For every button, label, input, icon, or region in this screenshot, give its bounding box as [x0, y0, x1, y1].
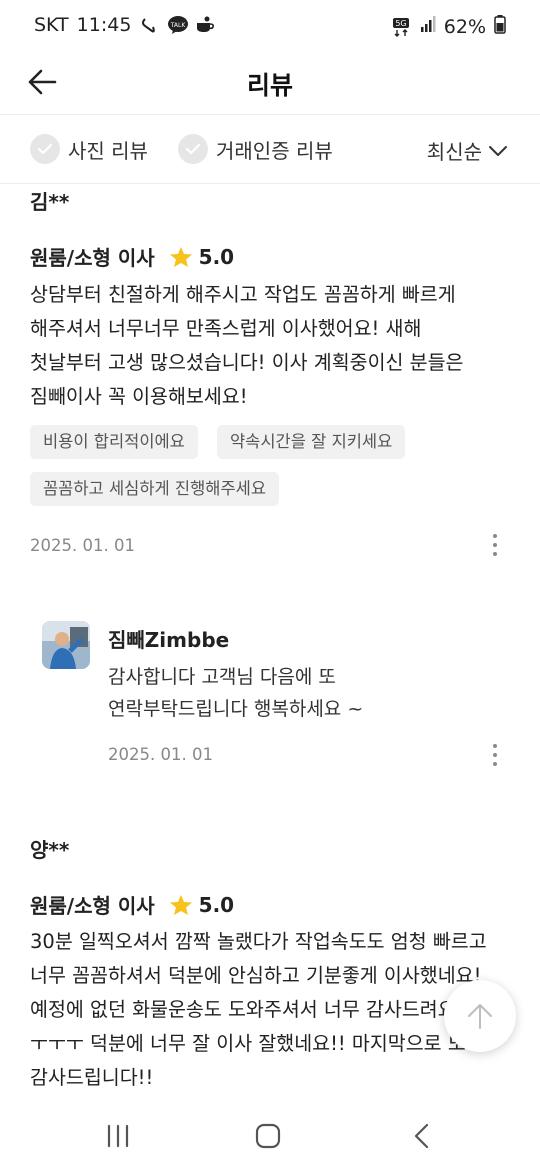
star-icon — [169, 246, 192, 267]
review-line: 감사드립니다!! — [30, 1066, 154, 1089]
review-meta: 원룸/소형 이사 5.0 — [30, 890, 234, 919]
recent-apps-icon — [107, 1124, 129, 1148]
network-icon: 5G — [392, 17, 412, 37]
chevron-down-icon — [489, 145, 507, 156]
review-line: 상담부터 친절하게 해주시고 작업도 꼼꼼하게 빠르게 — [30, 283, 456, 306]
kakaotalk-icon: TALK — [167, 15, 189, 35]
review-line: 첫날부터 고생 많으셨습니다! 이사 계획중이신 분들은 — [30, 351, 464, 374]
reviewer-name: 양** — [30, 838, 70, 862]
check-icon — [30, 134, 60, 164]
review-meta: 원룸/소형 이사 5.0 — [30, 242, 234, 271]
verified-review-label: 거래인증 리뷰 — [216, 138, 333, 163]
clock: 11:45 — [76, 14, 132, 36]
rating-value: 5.0 — [198, 244, 235, 269]
review-line: 짐빼이사 꼭 이용해보세요! — [30, 385, 248, 408]
service-type: 원룸/소형 이사 — [30, 894, 155, 918]
review-date: 2025. 01. 01 — [30, 536, 135, 555]
status-left: SKT 11:45 TALK — [34, 14, 215, 36]
scroll-to-top-button[interactable] — [444, 980, 516, 1052]
reply-date: 2025. 01. 01 — [108, 745, 213, 764]
sort-label: 최신순 — [426, 140, 482, 164]
more-options-button[interactable] — [480, 530, 510, 560]
rating-value: 5.0 — [198, 892, 235, 917]
review-body: 상담부터 친절하게 해주시고 작업도 꼼꼼하게 빠르게 해주셔서 너무너무 만족… — [30, 278, 510, 414]
reply-author: 짐빼Zimbbe — [108, 628, 230, 652]
svg-text:TALK: TALK — [170, 22, 187, 29]
star-icon — [169, 894, 192, 915]
service-type: 원룸/소형 이사 — [30, 246, 155, 270]
review-tag: 비용이 합리적이에요 — [30, 425, 198, 459]
app-bar: 리뷰 — [0, 52, 540, 115]
battery-level: 62% — [443, 15, 486, 38]
arrow-up-icon — [468, 1004, 492, 1029]
page-title: 리뷰 — [246, 71, 293, 100]
review-line: 30분 일찍오셔서 깜짝 놀랬다가 작업속도도 엄청 빠르고 — [30, 930, 487, 953]
home-button[interactable] — [248, 1116, 288, 1156]
cup-icon — [195, 15, 215, 35]
chevron-left-icon — [414, 1123, 429, 1149]
status-bar: SKT 11:45 TALK 5G 62% — [0, 0, 540, 52]
verified-review-filter[interactable]: 거래인증 리뷰 — [178, 134, 333, 164]
avatar — [42, 621, 90, 669]
reply-more-options-button[interactable] — [480, 740, 510, 770]
sort-dropdown[interactable]: 최신순 — [427, 136, 508, 165]
review-tag: 꼼꼼하고 세심하게 진행해주세요 — [30, 472, 280, 506]
check-icon — [178, 134, 208, 164]
filter-bar: 사진 리뷰 거래인증 리뷰 최신순 — [0, 115, 540, 184]
review-line: 해주셔서 너무너무 만족스럽게 이사했어요! 새해 — [30, 317, 422, 340]
reply-body: 감사합니다 고객님 다음에 또 연락부탁드립니다 행복하세요 ~ — [108, 661, 508, 725]
photo-review-filter[interactable]: 사진 리뷰 — [30, 134, 148, 164]
signal-icon — [420, 15, 436, 38]
reply-line: 감사합니다 고객님 다음에 또 — [108, 666, 336, 688]
reply-line: 연락부탁드립니다 행복하세요 ~ — [108, 698, 364, 720]
reviewer-name: 김** — [30, 190, 70, 214]
battery-icon — [494, 14, 506, 39]
system-back-button[interactable] — [402, 1116, 442, 1156]
status-right: 5G 62% — [392, 14, 506, 39]
recent-apps-button[interactable] — [98, 1116, 138, 1156]
review-line: 너무 꼼꼼하셔서 덕분에 안심하고 기분좋게 이사했네요! — [30, 964, 482, 987]
review-list[interactable]: 김** 원룸/소형 이사 5.0 상담부터 친절하게 해주시고 작업도 꼼꼼하게… — [0, 184, 540, 1095]
photo-review-label: 사진 리뷰 — [68, 138, 148, 163]
home-icon — [255, 1123, 281, 1149]
review-line: ㅜㅜㅜ 덕분에 너무 잘 이사 잘했네요!! 마지막으로 또 — [30, 1032, 466, 1055]
review-tag: 약속시간을 잘 지키세요 — [217, 425, 406, 459]
svg-text:5G: 5G — [395, 19, 406, 28]
carrier-label: SKT — [34, 14, 69, 36]
system-nav-bar — [0, 1096, 540, 1170]
link-icon — [139, 15, 159, 35]
